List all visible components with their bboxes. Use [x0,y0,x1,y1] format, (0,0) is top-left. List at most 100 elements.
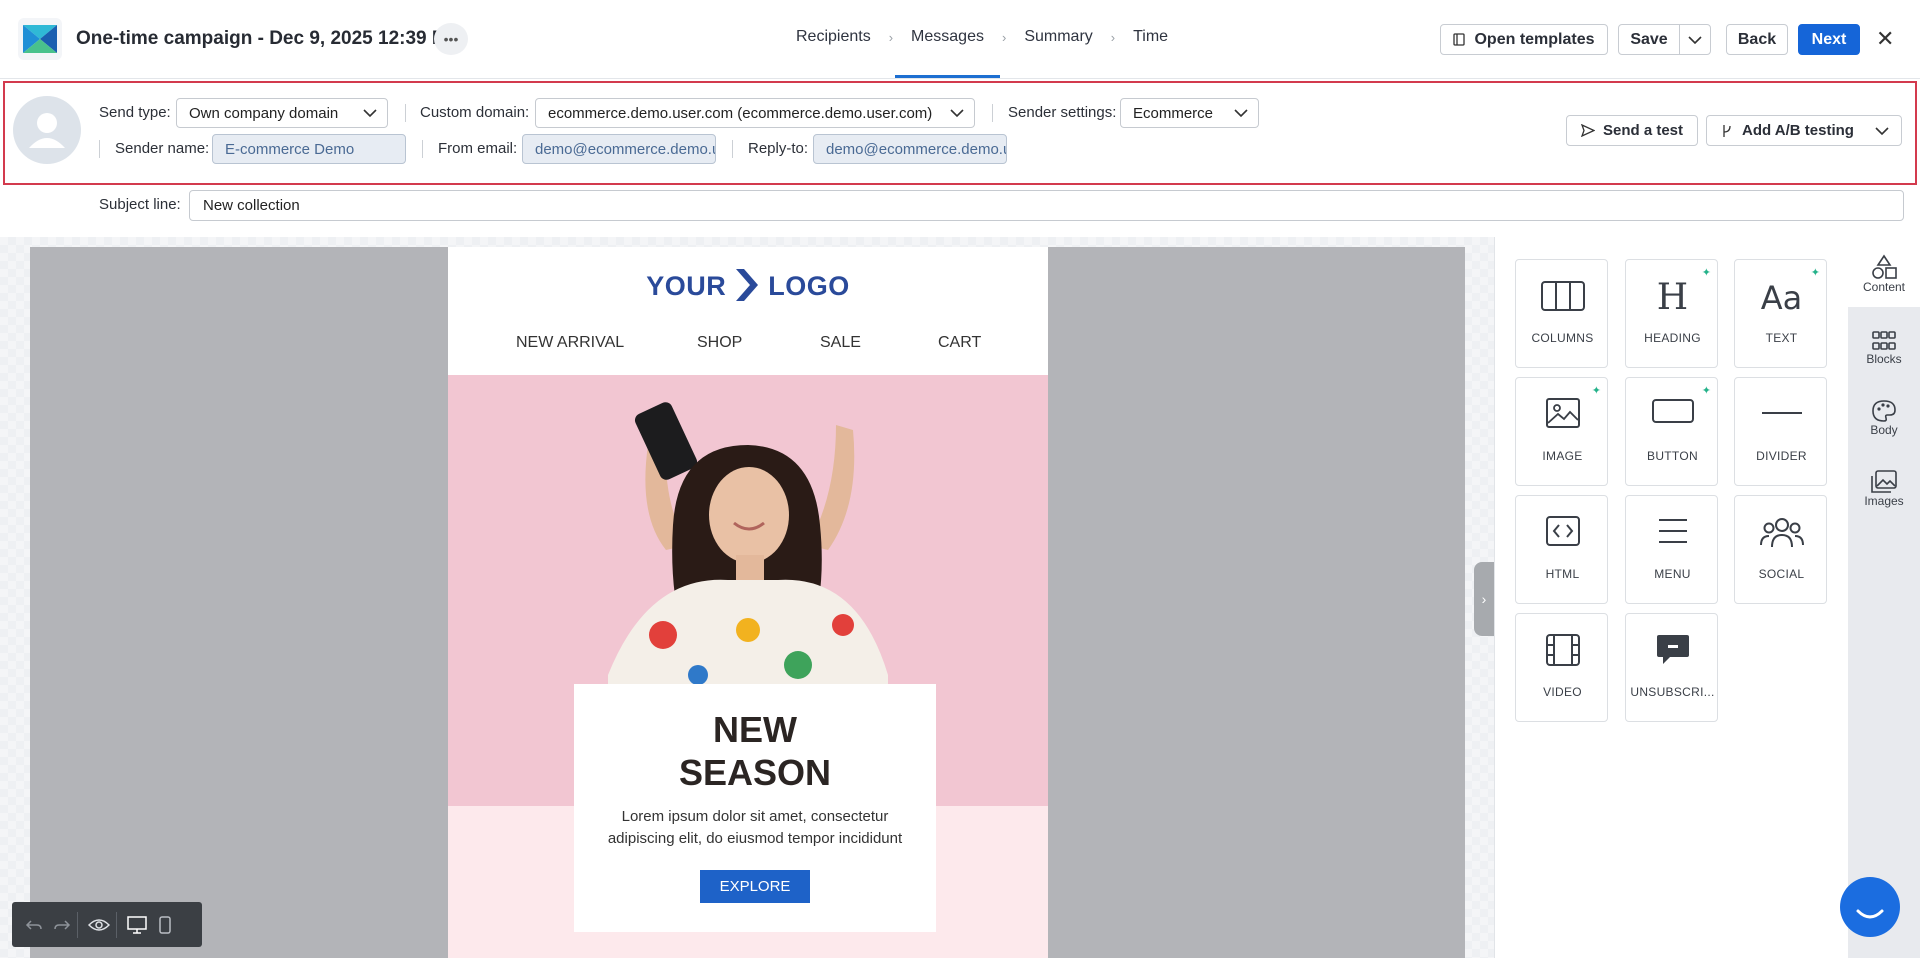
avatar [13,96,81,164]
image-icon [1545,398,1580,428]
wizard-steps: Recipients › Messages › Summary › Time [792,28,1172,78]
sender-settings-label: Sender settings: [1008,104,1117,121]
block-label: DIVIDER [1756,449,1807,463]
explore-button[interactable]: EXPLORE [699,870,811,903]
block-text[interactable]: ✦ Aa TEXT [1734,259,1827,368]
mobile-icon[interactable] [159,915,171,934]
toolbar-divider [77,911,78,938]
from-email-value: demo@ecommerce.demo.user.com [535,140,716,158]
sender-name-field[interactable]: E-commerce Demo [212,134,406,164]
step-summary[interactable]: Summary [1020,28,1096,46]
tab-content[interactable]: Content [1848,237,1920,307]
heading-icon: H [1656,277,1689,318]
next-button[interactable]: Next [1798,24,1860,55]
sender-settings-dropdown[interactable]: Ecommerce [1120,98,1259,128]
block-label: VIDEO [1543,685,1582,699]
email-nav-shop[interactable]: SHOP [697,334,742,352]
campaign-title: One-time campaign - Dec 9, 2025 12:39 PM [76,28,461,49]
open-templates-button[interactable]: Open templates [1440,24,1608,55]
desktop-icon[interactable] [127,915,147,934]
chevron-down-icon [1688,35,1702,44]
logo-right-text: LOGO [768,271,850,301]
sparkle-icon: ✦ [1701,385,1711,397]
subject-line-value: New collection [203,197,300,214]
side-tabs: Content Blocks Body Images [1848,237,1920,958]
subject-line-input[interactable]: New collection [189,190,1904,221]
top-header: One-time campaign - Dec 9, 2025 12:39 PM… [0,0,1920,79]
more-options-button[interactable]: ••• [434,23,468,55]
email-nav-new-arrival[interactable]: NEW ARRIVAL [516,334,624,352]
button-icon [1651,399,1694,423]
menu-icon [1658,519,1687,543]
block-divider[interactable]: DIVIDER [1734,377,1827,486]
block-social[interactable]: SOCIAL [1734,495,1827,604]
custom-domain-label: Custom domain: [420,104,530,121]
template-icon [1453,33,1466,46]
save-options-dropdown[interactable] [1679,24,1711,55]
redo-icon[interactable] [53,917,71,933]
undo-icon[interactable] [25,917,43,933]
hero-text-card[interactable]: NEW SEASON Lorem ipsum dolor sit amet, c… [574,684,936,932]
tab-blocks[interactable]: Blocks [1848,309,1920,379]
email-nav-cart[interactable]: CART [938,334,981,352]
block-image[interactable]: ✦ IMAGE [1515,377,1608,486]
send-test-label: Send a test [1603,122,1684,139]
images-icon [1871,470,1897,493]
from-email-field[interactable]: demo@ecommerce.demo.user.com [522,134,716,164]
block-label: HTML [1545,567,1580,581]
block-label: UNSUBSCRI... [1630,685,1715,699]
ellipsis-icon: ••• [443,31,459,47]
step-time[interactable]: Time [1129,28,1172,46]
app-logo[interactable] [18,18,62,60]
back-label: Back [1737,30,1777,48]
send-test-button[interactable]: Send a test [1566,115,1698,146]
preview-icon[interactable] [88,917,110,933]
subject-line-label: Subject line: [99,196,181,213]
logo-chevron-icon [736,269,759,301]
block-unsubscribe[interactable]: UNSUBSCRI... [1625,613,1718,722]
close-icon[interactable]: ✕ [1876,26,1894,52]
tab-images[interactable]: Images [1848,451,1920,521]
next-label: Next [1811,30,1847,48]
content-blocks-panel: COLUMNS ✦ H HEADING ✦ Aa TEXT ✦ IMAGE ✦ … [1494,237,1848,958]
block-columns[interactable]: COLUMNS [1515,259,1608,368]
chat-icon [1856,909,1884,919]
divider-icon [1761,412,1802,414]
block-button[interactable]: ✦ BUTTON [1625,377,1718,486]
email-preview[interactable]: YOUR LOGO NEW ARRIVAL SHOP SALE CART NEW… [448,247,1048,958]
divider [405,104,406,122]
send-type-dropdown[interactable]: Own company domain [176,98,388,128]
chevron-down-icon [1234,109,1248,118]
tab-body[interactable]: Body [1848,380,1920,450]
save-button[interactable]: Save [1618,24,1680,55]
ab-testing-button[interactable]: Add A/B testing [1706,115,1902,146]
sparkle-icon: ✦ [1591,385,1601,397]
block-label: SOCIAL [1758,567,1805,581]
block-menu[interactable]: MENU [1625,495,1718,604]
tab-label: Content [1862,280,1906,294]
chat-widget-button[interactable] [1840,877,1900,937]
block-label: BUTTON [1647,449,1698,463]
reply-to-value: demo@ecommerce.demo.user.com [826,140,1007,158]
block-video[interactable]: VIDEO [1515,613,1608,722]
step-messages[interactable]: Messages [895,28,1000,78]
block-label: HEADING [1644,331,1701,345]
chevron-right-icon: › [1481,591,1487,607]
chevron-right-icon: › [1110,29,1116,45]
block-html[interactable]: HTML [1515,495,1608,604]
shapes-icon [1872,254,1897,279]
chevron-down-icon [950,109,964,118]
back-button[interactable]: Back [1726,24,1788,55]
reply-to-field[interactable]: demo@ecommerce.demo.user.com [813,134,1007,164]
sender-name-label: Sender name: [115,140,210,157]
grid-icon [1872,331,1896,350]
block-heading[interactable]: ✦ H HEADING [1625,259,1718,368]
sparkle-icon: ✦ [1810,267,1820,279]
email-nav-sale[interactable]: SALE [820,334,861,352]
unsubscribe-icon [1656,635,1689,664]
custom-domain-dropdown[interactable]: ecommerce.demo.user.com (ecommerce.demo.… [535,98,975,128]
collapse-panel-handle[interactable]: › [1474,562,1494,636]
step-recipients[interactable]: Recipients [792,28,875,46]
send-icon [1581,124,1595,137]
divider [732,140,733,158]
